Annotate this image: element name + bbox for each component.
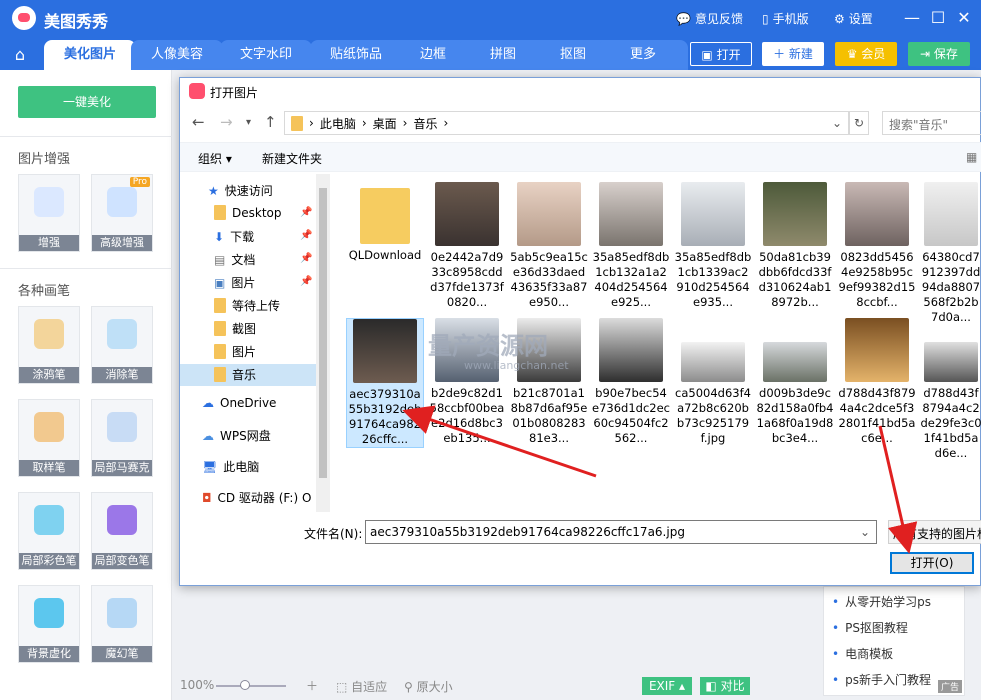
arrow-to-selected-file: [402, 405, 597, 478]
annotation-arrows: [402, 405, 918, 554]
arrow-to-open-button: [878, 425, 918, 554]
